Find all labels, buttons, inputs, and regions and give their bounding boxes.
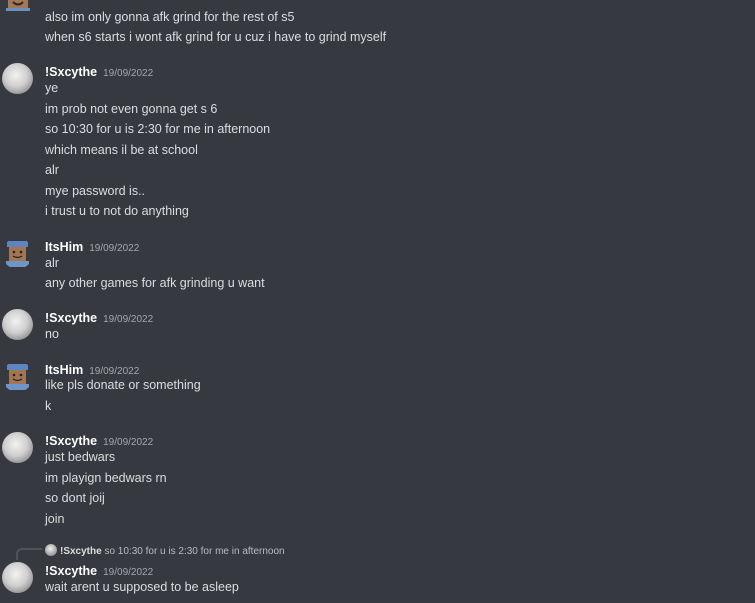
message-line[interactable]: wait arent u supposed to be asleep xyxy=(45,579,239,595)
timestamp: 19/09/2022 xyxy=(89,243,140,254)
avatar[interactable] xyxy=(2,63,33,94)
message-line[interactable]: join xyxy=(45,511,64,527)
avatar[interactable] xyxy=(4,0,32,18)
reply-username[interactable]: !Sxcythe xyxy=(60,546,102,557)
username[interactable]: !Sxcythe xyxy=(45,65,97,79)
roblox-avatar-icon xyxy=(6,0,30,11)
avatar[interactable] xyxy=(2,238,33,269)
roblox-avatar-icon xyxy=(6,241,29,267)
message-line[interactable]: just bedwars xyxy=(45,449,115,465)
reply-avatar xyxy=(45,544,57,556)
message-header: ItsHim 19/09/2022 xyxy=(45,361,139,377)
message-header: !Sxcythe 19/09/2022 xyxy=(45,562,153,578)
message-line[interactable]: when s6 starts i wont afk grind for u cu… xyxy=(45,29,386,45)
message-line[interactable]: im prob not even gonna get s 6 xyxy=(45,101,217,117)
username[interactable]: ItsHim xyxy=(45,363,83,377)
timestamp: 19/09/2022 xyxy=(103,314,154,325)
message-line[interactable]: im playign bedwars rn xyxy=(45,470,167,486)
avatar[interactable] xyxy=(2,309,33,340)
message-line[interactable]: alr xyxy=(45,162,59,178)
chat-message-list[interactable]: also im only gonna afk grind for the res… xyxy=(0,0,755,603)
username[interactable]: !Sxcythe xyxy=(45,564,97,578)
message-header: ItsHim 19/09/2022 xyxy=(45,238,139,254)
message-line[interactable]: no xyxy=(45,326,59,342)
avatar[interactable] xyxy=(2,562,33,593)
message-line[interactable]: any other games for afk grinding u want xyxy=(45,275,265,291)
message-line[interactable]: k xyxy=(45,398,51,414)
timestamp: 19/09/2022 xyxy=(89,366,140,377)
reply-preview[interactable]: !Sxcythe so 10:30 for u is 2:30 for me i… xyxy=(45,544,285,558)
avatar[interactable] xyxy=(2,361,33,392)
message-line[interactable]: like pls donate or something xyxy=(45,377,201,393)
message-header: !Sxcythe 19/09/2022 xyxy=(45,63,153,79)
message-line[interactable]: ye xyxy=(45,80,58,96)
reply-connector xyxy=(16,548,42,560)
message-line[interactable]: so 10:30 for u is 2:30 for me in afterno… xyxy=(45,121,270,137)
message-line[interactable]: which means il be at school xyxy=(45,142,198,158)
username[interactable]: !Sxcythe xyxy=(45,434,97,448)
reply-text[interactable]: so 10:30 for u is 2:30 for me in afterno… xyxy=(104,546,284,557)
message-line[interactable]: mye password is.. xyxy=(45,183,145,199)
timestamp: 19/09/2022 xyxy=(103,437,154,448)
avatar[interactable] xyxy=(2,432,33,463)
message-header: !Sxcythe 19/09/2022 xyxy=(45,309,153,325)
message-line[interactable]: alr xyxy=(45,255,59,271)
username[interactable]: !Sxcythe xyxy=(45,311,97,325)
roblox-avatar-icon xyxy=(6,364,29,390)
message-line[interactable]: also im only gonna afk grind for the res… xyxy=(45,9,294,25)
timestamp: 19/09/2022 xyxy=(103,68,154,79)
timestamp: 19/09/2022 xyxy=(103,567,154,578)
message-header: !Sxcythe 19/09/2022 xyxy=(45,432,153,448)
username[interactable]: ItsHim xyxy=(45,240,83,254)
message-line[interactable]: i trust u to not do anything xyxy=(45,203,189,219)
message-line[interactable]: so dont joij xyxy=(45,490,105,506)
